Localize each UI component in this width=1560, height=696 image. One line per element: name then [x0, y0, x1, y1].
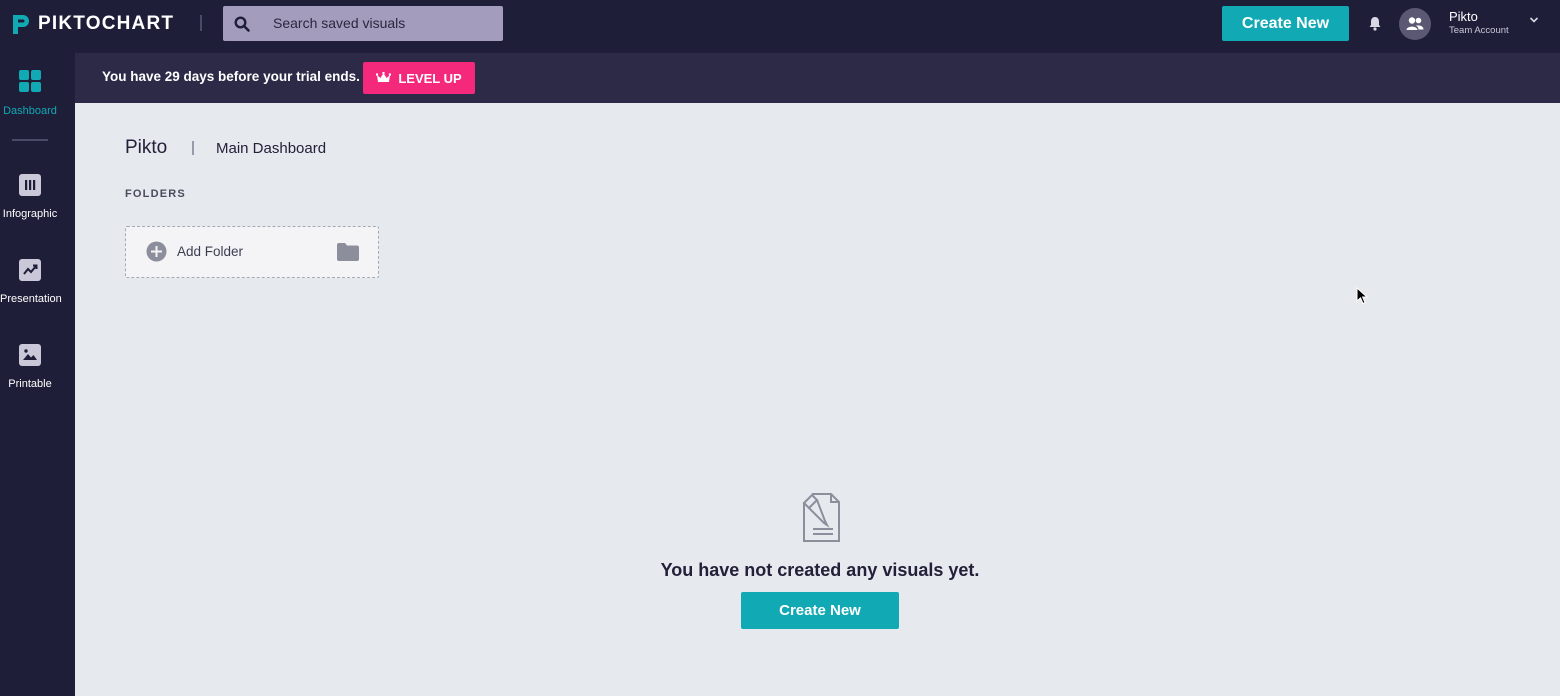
breadcrumb-divider: [192, 141, 194, 155]
empty-state-message: You have not created any visuals yet.: [660, 560, 980, 580]
bell-icon[interactable]: [1368, 16, 1382, 31]
top-header: PIKTOCHART Search saved visuals Create N…: [0, 0, 1560, 53]
sidebar-item-label: Printable: [8, 378, 52, 390]
add-folder-button[interactable]: Add Folder: [125, 226, 379, 278]
chevron-down-icon[interactable]: [1529, 16, 1539, 24]
avatar-icon: [1406, 17, 1424, 30]
trial-banner: You have 29 days before your trial ends.…: [75, 53, 1560, 103]
folder-icon: [337, 243, 359, 261]
piktochart-logo[interactable]: PIKTOCHART: [10, 12, 174, 36]
sidebar-item-dashboard[interactable]: Dashboard: [0, 65, 75, 135]
add-folder-label: Add Folder: [177, 244, 244, 259]
sidebar-item-label: Infographic: [2, 208, 58, 220]
logo-icon: [13, 14, 29, 34]
search-input[interactable]: Search saved visuals: [273, 15, 405, 31]
document-icon: [802, 493, 840, 542]
sidebar: Dashboard Infographic Presentation Print…: [0, 53, 75, 696]
presentation-icon: [19, 259, 41, 281]
level-up-label: LEVEL UP: [398, 70, 462, 86]
folders-heading: FOLDERS: [125, 188, 186, 200]
plus-circle-icon: [146, 241, 167, 262]
create-new-visual-button[interactable]: Create New: [741, 592, 899, 629]
sidebar-divider: [12, 139, 48, 141]
trial-message: You have 29 days before your trial ends.: [102, 69, 360, 84]
create-new-button[interactable]: Create New: [1222, 6, 1349, 41]
infographic-icon: [19, 174, 41, 196]
sidebar-item-label: Presentation: [0, 293, 62, 305]
printable-icon: [19, 344, 41, 366]
avatar[interactable]: [1399, 8, 1431, 40]
sidebar-item-printable[interactable]: Printable: [0, 338, 75, 408]
breadcrumb-team[interactable]: Pikto: [125, 137, 167, 159]
dashboard-icon: [19, 70, 41, 92]
user-name[interactable]: Pikto: [1449, 9, 1478, 24]
account-type: Team Account: [1449, 25, 1509, 36]
level-up-button[interactable]: LEVEL UP: [363, 62, 475, 94]
logo-text: PIKTOCHART: [38, 13, 175, 34]
crown-icon: [376, 72, 392, 82]
page-title: Main Dashboard: [216, 140, 327, 157]
sidebar-item-label: Dashboard: [3, 105, 57, 117]
sidebar-item-infographic[interactable]: Infographic: [0, 168, 75, 238]
sidebar-item-presentation[interactable]: Presentation: [0, 253, 75, 323]
search-icon: [234, 16, 250, 32]
mouse-cursor-icon: [1356, 287, 1368, 305]
search-bar[interactable]: Search saved visuals: [223, 6, 503, 41]
header-divider: [200, 15, 202, 31]
